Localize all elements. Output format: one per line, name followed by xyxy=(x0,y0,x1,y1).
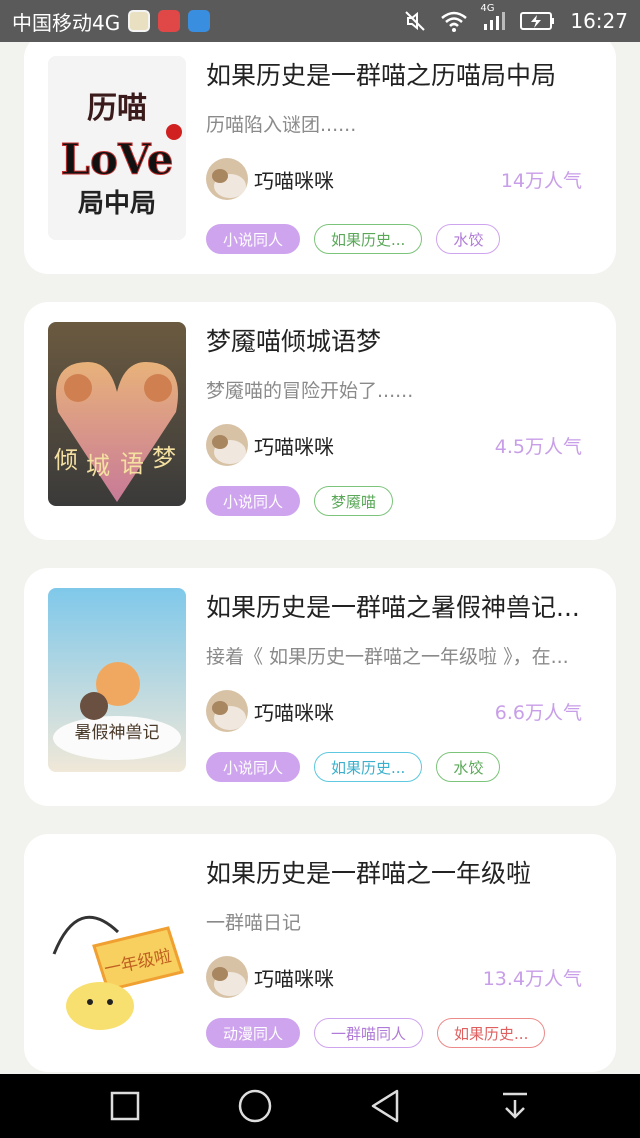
popularity: 4.5万人气 xyxy=(494,435,582,458)
home-circle-icon[interactable] xyxy=(225,1076,285,1136)
story-card[interactable]: 历喵 LoVe 局中局 如果历史是一群喵之历喵局中局 历喵陷入谜团...... … xyxy=(24,42,616,274)
tag[interactable]: 一群喵同人 xyxy=(314,1018,424,1048)
story-title[interactable]: 如果历史是一群喵之历喵局中局 xyxy=(206,56,598,92)
blue-app-icon xyxy=(188,10,211,32)
tag[interactable]: 小说同人 xyxy=(206,486,301,516)
tag[interactable]: 水饺 xyxy=(436,752,501,782)
navigation-bar xyxy=(0,1074,640,1138)
author-name[interactable]: 巧喵咪咪 xyxy=(254,963,334,992)
wifi-icon xyxy=(440,9,468,33)
story-description: 历喵陷入谜团...... xyxy=(206,114,357,136)
story-description: 梦魇喵的冒险开始了...... xyxy=(206,380,414,402)
author-avatar[interactable] xyxy=(206,424,248,466)
author-name[interactable]: 巧喵咪咪 xyxy=(254,431,334,460)
pull-down-icon[interactable] xyxy=(485,1076,545,1136)
mute-icon xyxy=(404,9,426,33)
cover-text: 历喵 xyxy=(87,91,147,126)
author-avatar[interactable] xyxy=(206,956,248,998)
author-row[interactable]: 巧喵咪咪 6.6万人气 xyxy=(206,690,582,732)
story-cover[interactable]: 倾 城 语 梦 xyxy=(48,322,186,506)
cover-text: 暑假神兽记 xyxy=(75,723,160,743)
story-description: 接着《 如果历史一群喵之一年级啦 》，在... xyxy=(206,646,569,668)
cover-text: 语 xyxy=(120,450,144,478)
signal-icon: 4G xyxy=(480,3,506,33)
tag[interactable]: 如果历史... xyxy=(314,752,423,782)
tag-list: 小说同人 梦魇喵 xyxy=(206,486,394,516)
story-title[interactable]: 如果历史是一群喵之一年级啦 xyxy=(206,854,598,890)
back-triangle-icon[interactable] xyxy=(355,1076,415,1136)
story-cover[interactable]: 一年级啦 xyxy=(48,854,186,1038)
story-cover[interactable]: 暑假神兽记 xyxy=(48,588,186,772)
author-row[interactable]: 巧喵咪咪 13.4万人气 xyxy=(206,956,582,998)
recent-apps-square-icon[interactable] xyxy=(95,1076,155,1136)
tag[interactable]: 如果历史... xyxy=(314,224,423,254)
tag[interactable]: 水饺 xyxy=(436,224,501,254)
cover-text: 倾 xyxy=(54,446,78,474)
tag[interactable]: 动漫同人 xyxy=(206,1018,301,1048)
tag[interactable]: 梦魇喵 xyxy=(314,486,394,516)
cover-text: 局中局 xyxy=(78,189,156,219)
story-cover[interactable]: 历喵 LoVe 局中局 xyxy=(48,56,186,240)
red-app-icon xyxy=(158,10,181,32)
network-label: 4G xyxy=(480,3,495,14)
colorful-app-icon xyxy=(128,10,151,32)
clock: 16:27 xyxy=(570,9,628,33)
tag[interactable]: 如果历史... xyxy=(437,1018,546,1048)
story-card[interactable]: 一年级啦 如果历史是一群喵之一年级啦 一群喵日记 巧喵咪咪 13.4万人气 动漫… xyxy=(24,834,616,1072)
tag[interactable]: 小说同人 xyxy=(206,224,301,254)
cover-text: LoVe xyxy=(61,135,174,184)
tag[interactable]: 小说同人 xyxy=(206,752,301,782)
author-row[interactable]: 巧喵咪咪 14万人气 xyxy=(206,158,582,200)
popularity: 6.6万人气 xyxy=(494,701,582,724)
author-name[interactable]: 巧喵咪咪 xyxy=(254,165,334,194)
story-list[interactable]: 历喵 LoVe 局中局 如果历史是一群喵之历喵局中局 历喵陷入谜团...... … xyxy=(0,42,640,1074)
tag-list: 小说同人 如果历史... 水饺 xyxy=(206,752,501,782)
carrier-label: 中国移动4G xyxy=(12,10,121,35)
story-title[interactable]: 如果历史是一群喵之暑假神兽记... xyxy=(206,588,598,624)
author-name[interactable]: 巧喵咪咪 xyxy=(254,697,334,726)
status-bar: 中国移动4G 4G 16:27 xyxy=(0,0,640,42)
author-avatar[interactable] xyxy=(206,158,248,200)
popularity: 14万人气 xyxy=(500,169,582,192)
story-card[interactable]: 倾 城 语 梦 梦魇喵倾城语梦 梦魇喵的冒险开始了...... 巧喵咪咪 4.5… xyxy=(24,302,616,540)
story-description: 一群喵日记 xyxy=(206,912,302,934)
story-card[interactable]: 暑假神兽记 如果历史是一群喵之暑假神兽记... 接着《 如果历史一群喵之一年级啦… xyxy=(24,568,616,806)
tag-list: 小说同人 如果历史... 水饺 xyxy=(206,224,501,254)
popularity: 13.4万人气 xyxy=(482,967,582,990)
battery-charging-icon xyxy=(520,9,556,33)
story-title[interactable]: 梦魇喵倾城语梦 xyxy=(206,322,598,358)
author-row[interactable]: 巧喵咪咪 4.5万人气 xyxy=(206,424,582,466)
tag-list: 动漫同人 一群喵同人 如果历史... xyxy=(206,1018,546,1048)
heart-decoration xyxy=(166,124,182,140)
cover-text: 城 xyxy=(86,452,110,480)
author-avatar[interactable] xyxy=(206,690,248,732)
cover-text: 梦 xyxy=(152,444,176,472)
